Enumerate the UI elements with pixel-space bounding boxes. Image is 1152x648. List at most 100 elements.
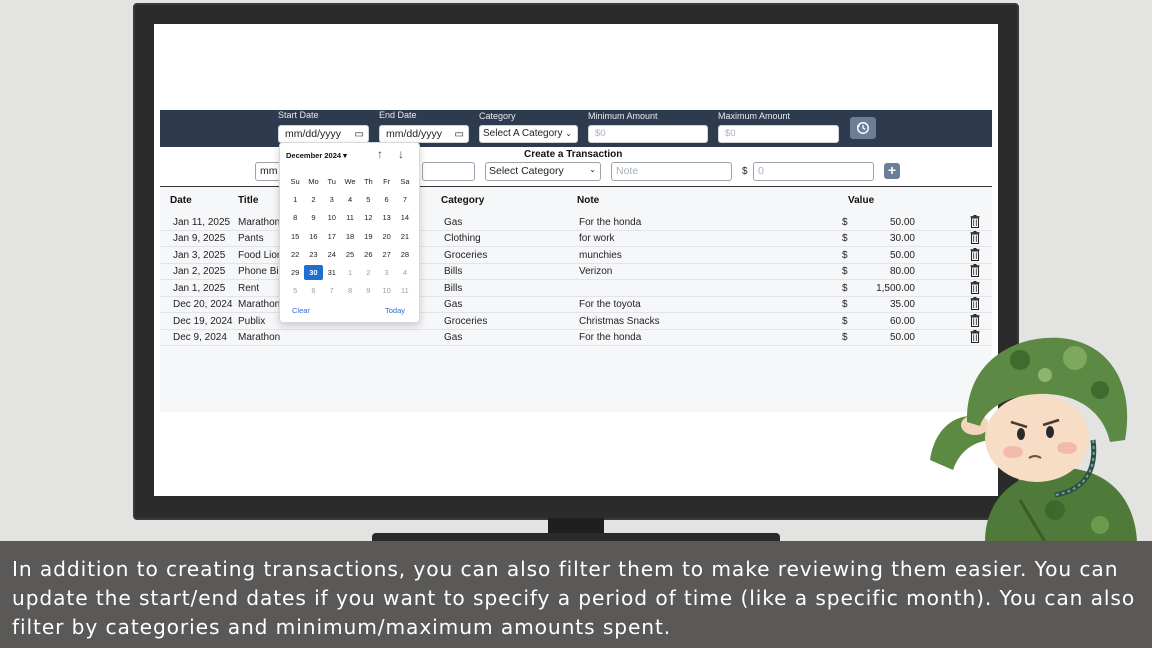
table-row: Dec 9, 2024 Marathon Gas For the honda $50.0… (160, 330, 992, 346)
calendar-day[interactable]: 27 (377, 250, 395, 259)
calendar-day[interactable]: 11 (396, 286, 414, 295)
soldier-mascot-illustration (930, 337, 1137, 542)
add-transaction-button[interactable]: + (884, 163, 900, 179)
calendar-day[interactable]: 5 (286, 286, 304, 295)
calendar-day[interactable]: 1 (286, 195, 304, 204)
calendar-icon[interactable]: ▭ (455, 129, 464, 140)
trash-icon[interactable] (970, 297, 980, 310)
row-note: munchies (579, 250, 622, 261)
new-category-select[interactable]: Select Category ⌄ (485, 162, 601, 181)
row-title: Pants (238, 233, 264, 244)
calendar-day[interactable]: 9 (304, 213, 322, 222)
row-category: Bills (444, 283, 463, 294)
calendar-day[interactable]: 3 (323, 195, 341, 204)
start-date-label: Start Date (278, 110, 319, 120)
calendar-day[interactable]: 19 (359, 232, 377, 241)
calendar-day[interactable]: 17 (323, 232, 341, 241)
row-currency: $ (842, 283, 848, 294)
calendar-icon[interactable]: ▭ (355, 129, 364, 140)
row-title: Marathon (238, 332, 281, 343)
calendar-day[interactable]: 23 (304, 250, 322, 259)
max-amount-input[interactable]: $0 (718, 125, 839, 143)
calendar-day[interactable]: 2 (359, 268, 377, 277)
row-value: 50.00 (889, 217, 915, 228)
calendar-day[interactable]: 24 (323, 250, 341, 259)
calendar-day[interactable]: 15 (286, 232, 304, 241)
calendar-day[interactable]: 4 (396, 268, 414, 277)
header-category: Category (441, 195, 485, 206)
calendar-day[interactable]: 2 (304, 195, 322, 204)
category-select[interactable]: Select A Category ⌄ (479, 125, 578, 143)
calendar-day[interactable]: 4 (341, 195, 359, 204)
calendar-day[interactable]: 30 (304, 265, 323, 281)
calendar-day[interactable]: 6 (377, 195, 395, 204)
header-title: Title (238, 195, 259, 206)
weekday-label: Sa (400, 176, 410, 186)
end-date-input[interactable]: mm/dd/yyyy ▭ (379, 125, 469, 143)
trash-icon[interactable] (970, 281, 980, 294)
calendar-day[interactable]: 28 (396, 250, 414, 259)
row-category: Groceries (444, 316, 488, 327)
calendar-day[interactable]: 6 (304, 286, 322, 295)
row-category: Groceries (444, 250, 488, 261)
calendar-day[interactable]: 9 (359, 286, 377, 295)
calendar-day[interactable]: 29 (286, 268, 304, 277)
calendar-day[interactable]: 10 (377, 286, 395, 295)
trash-icon[interactable] (970, 231, 980, 244)
tutorial-caption: In addition to creating transactions, yo… (0, 541, 1152, 648)
row-currency: $ (842, 266, 848, 277)
calendar-day[interactable]: 1 (341, 268, 359, 277)
chevron-down-icon: ⌄ (589, 165, 596, 174)
calendar-day[interactable]: 13 (377, 213, 395, 222)
month-year-selector[interactable]: December 2024 ▾ (286, 151, 347, 160)
calendar-day[interactable]: 5 (359, 195, 377, 204)
calendar-day[interactable]: 3 (377, 268, 395, 277)
calendar-day[interactable]: 10 (323, 213, 341, 222)
row-date: Jan 1, 2025 (173, 283, 226, 294)
row-note: Christmas Snacks (579, 316, 660, 327)
row-title: Marathon (238, 217, 281, 228)
calendar-day[interactable]: 8 (341, 286, 359, 295)
header-note: Note (577, 195, 600, 206)
row-date: Jan 2, 2025 (173, 266, 226, 277)
row-title: Marathon (238, 299, 281, 310)
new-note-input[interactable]: Note (611, 162, 732, 181)
prev-month-arrow-icon[interactable]: ↑ (377, 147, 383, 161)
calendar-day[interactable]: 22 (286, 250, 304, 259)
chevron-down-icon: ⌄ (565, 129, 572, 138)
clear-date-button[interactable]: Clear (292, 306, 310, 315)
calendar-day[interactable]: 18 (341, 232, 359, 241)
calendar-day[interactable]: 11 (341, 213, 359, 222)
today-button[interactable]: Today (385, 306, 405, 315)
trash-icon[interactable] (970, 215, 980, 228)
calendar-day[interactable]: 7 (396, 195, 414, 204)
calendar-day[interactable]: 26 (359, 250, 377, 259)
calendar-day[interactable]: 8 (286, 213, 304, 222)
trash-icon[interactable] (970, 314, 980, 327)
row-note: For the honda (579, 217, 642, 228)
end-date-label: End Date (379, 110, 417, 120)
trash-icon[interactable] (970, 264, 980, 277)
reset-filters-button[interactable] (850, 117, 876, 139)
calendar-week-row: 5 6 7 8 9 10 11 (286, 282, 416, 300)
row-title: Rent (238, 283, 260, 294)
max-amount-label: Maximum Amount (718, 111, 791, 121)
calendar-day[interactable]: 14 (396, 213, 414, 222)
calendar-day[interactable]: 16 (304, 232, 322, 241)
calendar-day[interactable]: 20 (377, 232, 395, 241)
new-title-input[interactable] (422, 162, 475, 181)
row-note: Verizon (579, 266, 613, 277)
next-month-arrow-icon[interactable]: ↓ (398, 147, 404, 161)
row-note: For the toyota (579, 299, 641, 310)
calendar-day[interactable]: 21 (396, 232, 414, 241)
row-title: Food Lion (238, 250, 283, 261)
calendar-day[interactable]: 25 (341, 250, 359, 259)
calendar-day[interactable]: 12 (359, 213, 377, 222)
calendar-day[interactable]: 31 (323, 268, 341, 277)
calendar-day[interactable]: 7 (323, 286, 341, 295)
start-date-input[interactable]: mm/dd/yyyy ▭ (278, 125, 369, 143)
min-amount-input[interactable]: $0 (588, 125, 708, 143)
trash-icon[interactable] (970, 248, 980, 261)
row-category: Gas (444, 217, 463, 228)
new-amount-input[interactable]: 0 (753, 162, 874, 181)
